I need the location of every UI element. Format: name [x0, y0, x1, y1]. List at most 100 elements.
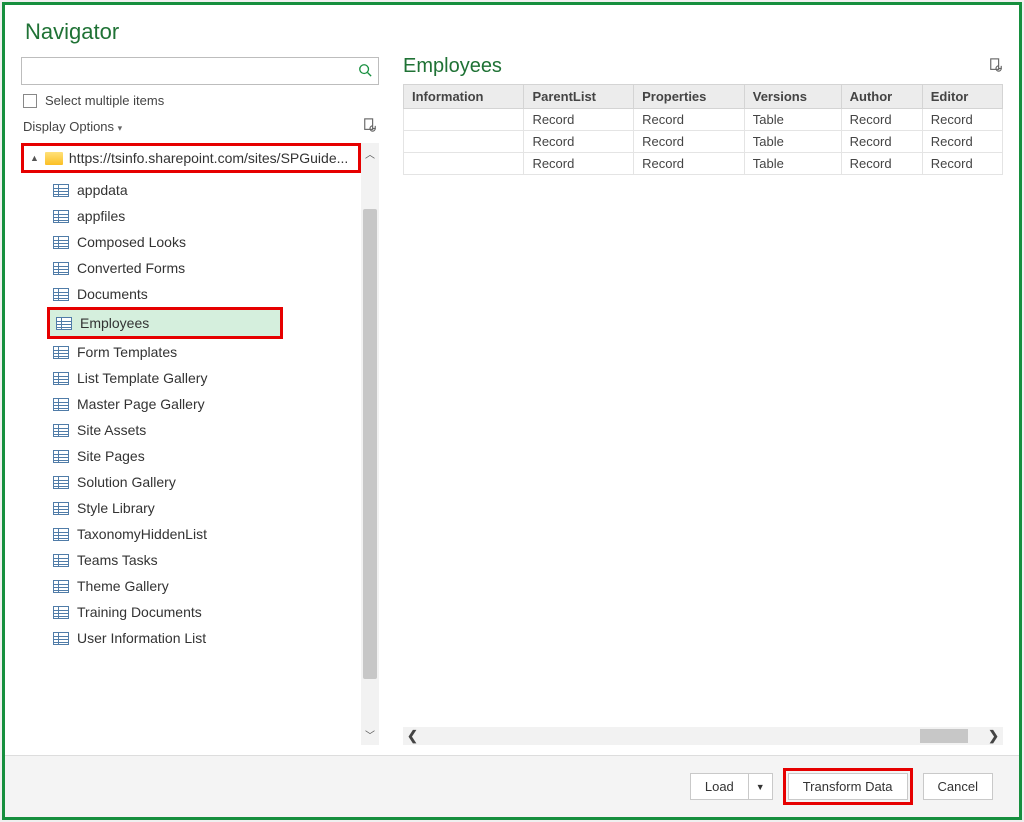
transform-data-button[interactable]: Transform Data	[788, 773, 908, 800]
tree-item-theme-gallery[interactable]: Theme Gallery	[47, 573, 361, 599]
table-icon	[53, 398, 69, 411]
caret-icon: ▲	[30, 153, 39, 163]
table-icon	[53, 502, 69, 515]
table-row[interactable]: RecordRecordTableRecordRecord	[404, 153, 1003, 175]
tree-item-training-documents[interactable]: Training Documents	[47, 599, 361, 625]
window-title: Navigator	[5, 5, 1019, 49]
table-cell	[404, 153, 524, 175]
tree-item-label: appfiles	[77, 208, 125, 224]
tree-item-site-assets[interactable]: Site Assets	[47, 417, 361, 443]
table-icon	[53, 554, 69, 567]
dialog-footer: Load ▼ Transform Data Cancel	[5, 755, 1019, 817]
table-cell: Record	[922, 109, 1002, 131]
tree-item-label: Solution Gallery	[77, 474, 176, 490]
scroll-thumb[interactable]	[363, 209, 377, 679]
column-header[interactable]: Versions	[744, 85, 841, 109]
tree-root[interactable]: ▲ https://tsinfo.sharepoint.com/sites/SP…	[24, 146, 358, 170]
preview-title: Employees	[403, 55, 502, 78]
tree-item-label: TaxonomyHiddenList	[77, 526, 207, 542]
tree-item-documents[interactable]: Documents	[47, 281, 361, 307]
search-box[interactable]	[21, 57, 379, 85]
table-icon	[53, 288, 69, 301]
table-cell: Record	[524, 153, 634, 175]
table-icon	[53, 528, 69, 541]
table-cell: Table	[744, 153, 841, 175]
table-icon	[53, 372, 69, 385]
table-cell: Record	[634, 153, 745, 175]
scroll-right-icon[interactable]: ❯	[988, 728, 999, 744]
navigator-window: Navigator Select multiple items Display …	[2, 2, 1022, 820]
tree-item-converted-forms[interactable]: Converted Forms	[47, 255, 361, 281]
scroll-left-icon[interactable]: ❮	[407, 728, 418, 744]
table-cell: Table	[744, 131, 841, 153]
table-cell: Record	[634, 109, 745, 131]
checkbox-box	[23, 94, 37, 108]
tree-item-solution-gallery[interactable]: Solution Gallery	[47, 469, 361, 495]
table-cell: Table	[744, 109, 841, 131]
tree-item-appdata[interactable]: appdata	[47, 177, 361, 203]
table-icon	[53, 236, 69, 249]
preview-table: InformationParentListPropertiesVersionsA…	[403, 84, 1003, 175]
tree-item-list-template-gallery[interactable]: List Template Gallery	[47, 365, 361, 391]
table-header-row: InformationParentListPropertiesVersionsA…	[404, 85, 1003, 109]
folder-icon	[45, 152, 63, 165]
tree-item-form-templates[interactable]: Form Templates	[47, 339, 361, 365]
table-icon	[53, 424, 69, 437]
table-row[interactable]: RecordRecordTableRecordRecord	[404, 131, 1003, 153]
tree-item-label: appdata	[77, 182, 128, 198]
tree-item-taxonomyhiddenlist[interactable]: TaxonomyHiddenList	[47, 521, 361, 547]
load-button[interactable]: Load	[690, 773, 749, 800]
table-icon	[53, 184, 69, 197]
table-icon	[53, 262, 69, 275]
preview-pane: Employees InformationParentListPropertie…	[403, 49, 1003, 745]
tree-item-user-information-list[interactable]: User Information List	[47, 625, 361, 651]
vertical-scrollbar[interactable]: ︿ ﹀	[361, 143, 379, 745]
column-header[interactable]: Information	[404, 85, 524, 109]
table-icon	[53, 580, 69, 593]
tree-item-employees[interactable]: Employees	[50, 310, 280, 336]
search-icon	[358, 63, 372, 80]
nav-tree: ▲ https://tsinfo.sharepoint.com/sites/SP…	[21, 143, 361, 745]
table-cell: Record	[922, 131, 1002, 153]
cancel-button[interactable]: Cancel	[923, 773, 993, 800]
table-row[interactable]: RecordRecordTableRecordRecord	[404, 109, 1003, 131]
table-icon	[53, 210, 69, 223]
transform-highlight: Transform Data	[783, 768, 913, 805]
tree-item-appfiles[interactable]: appfiles	[47, 203, 361, 229]
hscroll-thumb[interactable]	[920, 729, 968, 743]
tree-item-teams-tasks[interactable]: Teams Tasks	[47, 547, 361, 573]
content-area: Select multiple items Display Options ▾ …	[5, 49, 1019, 755]
select-multiple-checkbox[interactable]: Select multiple items	[21, 85, 379, 116]
tree-item-label: User Information List	[77, 630, 206, 646]
selected-item-highlight: Employees	[47, 307, 283, 339]
column-header[interactable]: Editor	[922, 85, 1002, 109]
tree-items: appdata appfiles Composed LooksConverted F…	[21, 177, 361, 651]
preview-header: Employees	[403, 55, 1003, 84]
tree-item-composed-looks[interactable]: Composed Looks	[47, 229, 361, 255]
table-cell: Record	[841, 153, 922, 175]
tree-item-label: List Template Gallery	[77, 370, 207, 386]
tree-item-master-page-gallery[interactable]: Master Page Gallery	[47, 391, 361, 417]
scroll-down-icon[interactable]: ﹀	[365, 724, 375, 745]
column-header[interactable]: ParentList	[524, 85, 634, 109]
tree-item-label: Training Documents	[77, 604, 202, 620]
scroll-up-icon[interactable]: ︿	[365, 143, 375, 164]
tree-item-style-library[interactable]: Style Library	[47, 495, 361, 521]
tree-item-label: Master Page Gallery	[77, 396, 205, 412]
search-input[interactable]	[28, 64, 358, 79]
column-header[interactable]: Properties	[634, 85, 745, 109]
preview-refresh-icon[interactable]	[989, 58, 1003, 75]
refresh-icon[interactable]	[363, 118, 377, 135]
load-split-button[interactable]: Load ▼	[690, 773, 773, 800]
table-cell	[404, 131, 524, 153]
tree-item-label: Documents	[77, 286, 148, 302]
display-options[interactable]: Display Options ▾	[21, 116, 379, 143]
tree-item-site-pages[interactable]: Site Pages	[47, 443, 361, 469]
horizontal-scrollbar[interactable]: ❮ ❯	[403, 727, 1003, 745]
tree-wrap: ▲ https://tsinfo.sharepoint.com/sites/SP…	[21, 143, 379, 745]
tree-item-label: Form Templates	[77, 344, 177, 360]
load-dropdown-button[interactable]: ▼	[749, 773, 773, 800]
column-header[interactable]: Author	[841, 85, 922, 109]
hscroll-track[interactable]	[426, 729, 980, 743]
tree-item-label: Teams Tasks	[77, 552, 158, 568]
